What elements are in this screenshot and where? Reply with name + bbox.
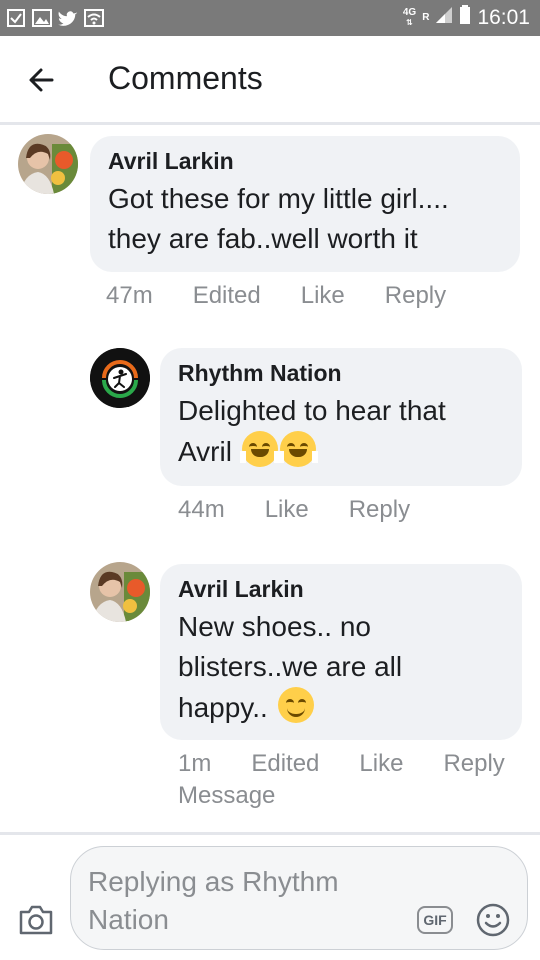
- rhythm-nation-logo[interactable]: [90, 348, 150, 408]
- like-button[interactable]: Like: [265, 496, 309, 524]
- edited-label[interactable]: Edited: [251, 750, 319, 778]
- comment-text: Got these for my little girl.... they ar…: [108, 183, 449, 254]
- comment-actions: 47m Edited Like Reply: [106, 282, 486, 310]
- gallery-icon: [32, 8, 52, 28]
- comment-author[interactable]: Avril Larkin: [108, 148, 502, 175]
- comment-text-line: Avril: [178, 431, 504, 472]
- clock: 16:01: [477, 5, 530, 29]
- gif-button[interactable]: GIF: [417, 906, 453, 934]
- comment-actions: 44m Like Reply: [178, 496, 450, 524]
- comment-author[interactable]: Avril Larkin: [178, 576, 504, 603]
- comment-text-word: happy..: [178, 692, 268, 723]
- like-button[interactable]: Like: [359, 750, 403, 778]
- signal-icon: [435, 6, 453, 29]
- checklist-icon: [6, 8, 26, 28]
- hugging-face-emoji: [277, 431, 318, 467]
- battery-icon: [459, 5, 471, 30]
- back-arrow-icon[interactable]: [24, 62, 60, 98]
- comment-actions: 1m Edited Like Reply: [178, 750, 505, 778]
- comment-author[interactable]: Rhythm Nation: [178, 360, 504, 387]
- comment-time: 47m: [106, 282, 153, 309]
- comment-text-line: Delighted to hear that: [178, 395, 446, 426]
- reply-bubble[interactable]: Avril Larkin New shoes.. no blisters..we…: [160, 564, 522, 740]
- page-title: Comments: [108, 60, 263, 96]
- reply-button[interactable]: Reply: [385, 282, 446, 310]
- twitter-icon: [58, 8, 78, 28]
- reply-button[interactable]: Reply: [443, 750, 504, 778]
- reply-placeholder: Replying as Rhythm Nation: [88, 866, 339, 935]
- reply-bubble[interactable]: Rhythm Nation Delighted to hear that Avr…: [160, 348, 522, 486]
- reply-input[interactable]: Replying as Rhythm Nation GIF: [70, 846, 528, 950]
- composer-divider: [0, 832, 540, 835]
- comment-text-line: New shoes.. no: [178, 611, 371, 642]
- status-right: 4G ⇅ R 16:01: [402, 5, 530, 30]
- smiling-face-emoji: [277, 687, 314, 723]
- comment-time: 44m: [178, 496, 225, 523]
- avatar-photo[interactable]: [90, 562, 150, 622]
- reply-button[interactable]: Reply: [349, 496, 410, 524]
- status-bar: 4G ⇅ R 16:01: [0, 0, 540, 36]
- notification-icons: [6, 8, 104, 28]
- app-header: Comments: [0, 36, 540, 125]
- message-button[interactable]: Message: [178, 782, 275, 810]
- comment-text-line: blisters..we are all: [178, 651, 403, 682]
- wifi-icon: [84, 8, 104, 28]
- comment-bubble[interactable]: Avril Larkin Got these for my little gir…: [90, 136, 520, 272]
- edited-label[interactable]: Edited: [193, 282, 261, 310]
- comment-time: 1m: [178, 750, 212, 777]
- comment-text-line: happy..: [178, 687, 504, 728]
- emoji-icon[interactable]: [475, 902, 511, 938]
- roaming-indicator: R: [422, 11, 430, 23]
- avatar-photo[interactable]: [18, 134, 78, 194]
- comment-text-word: Avril: [178, 436, 232, 467]
- hugging-face-emoji: [239, 431, 280, 467]
- like-button[interactable]: Like: [301, 282, 345, 310]
- network-type: 4G: [402, 6, 417, 18]
- camera-icon[interactable]: [18, 904, 54, 936]
